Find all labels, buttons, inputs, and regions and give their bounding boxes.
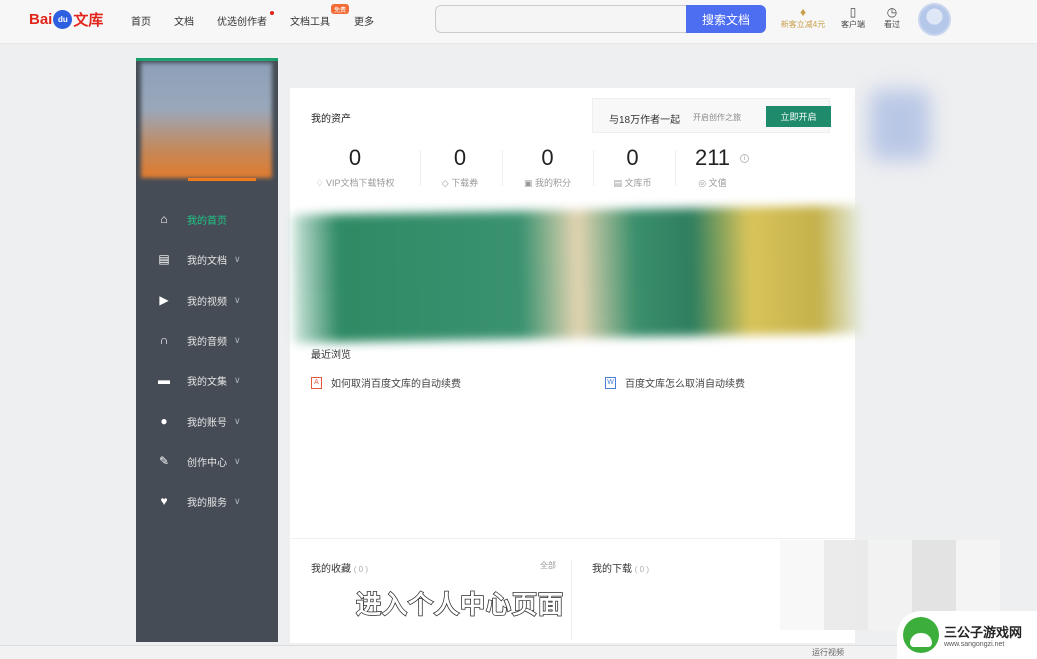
profile-photo-underline [188,178,256,181]
recent-doc-item[interactable]: W 百度文库怎么取消自动续费 [605,375,745,390]
history-button[interactable]: ◷ 看过 [880,5,904,30]
stat-coins[interactable]: 0 ▤ 文库币 [605,146,660,189]
main-panel: 我的资产 与18万作者一起 开启创作之旅 立即开启 0 ♢ VIP文档下载特权 … [290,88,855,643]
recent-title: 最近浏览 [311,350,351,361]
stat-coupons[interactable]: 0 ◇ 下载券 [430,146,490,189]
status-bar: 运行视频 [0,645,1037,659]
divider [290,538,855,539]
nav-creators[interactable]: 优选创作者 [217,13,267,28]
chevron-down-icon: ∨ [234,334,241,345]
profile-photo[interactable] [141,63,272,178]
promo-banner[interactable] [291,205,865,343]
value-icon: ◎ [698,178,707,188]
info-icon[interactable]: i [740,154,749,163]
avatar[interactable] [918,3,951,36]
user-icon: ● [160,414,168,428]
divider [502,150,503,186]
coin-icon: ▤ [613,178,622,188]
divider [420,150,421,186]
chevron-down-icon: ∨ [234,374,241,385]
sidebar-item-services[interactable]: ♥ 我的服务 ∨ [136,490,278,512]
assets-title: 我的资产 [311,114,351,125]
diamond-icon: ♦ [799,5,807,19]
top-navbar: Bai du 文库 首页 文档 优选创作者 文档工具 免费 更多 搜索文档 ♦ … [0,0,1037,44]
word-file-icon: W [605,376,616,389]
free-badge: 免费 [331,4,349,14]
phone-icon: ▯ [849,5,857,19]
headphones-icon: ∩ [159,333,169,347]
nav-more[interactable]: 更多 [354,13,374,28]
sidebar-item-videos[interactable]: ▶ 我的视频 ∨ [136,289,278,311]
clock-icon: ◷ [886,5,898,19]
chevron-down-icon: ∨ [234,495,241,506]
sidebar-item-collections[interactable]: ▬ 我的文集 ∨ [136,369,278,391]
sidebar-item-account[interactable]: ● 我的账号 ∨ [136,410,278,432]
search-input[interactable] [435,5,687,33]
chevron-down-icon: ∨ [234,455,241,466]
vip-promo[interactable]: ♦ 新客立减4元 [776,5,830,30]
chevron-down-icon: ∨ [234,294,241,305]
blurred-image [870,90,930,160]
document-icon: ▤ [158,252,170,266]
diamond-icon: ♢ [315,178,324,188]
video-caption: 进入个人中心页面 [355,590,565,620]
divider [571,560,572,640]
notification-dot [270,11,274,15]
stat-wenzhi[interactable]: 211 ◎ 文值 [685,146,740,189]
site-watermark: 三公子游戏网 www.sangongzi.net [897,611,1037,659]
sidebar-item-creator-center[interactable]: ✎ 创作中心 ∨ [136,450,278,472]
pen-icon: ✎ [158,454,170,468]
stat-points[interactable]: 0 ▣ 我的积分 [515,146,580,189]
creator-promo: 与18万作者一起 开启创作之旅 立即开启 [592,98,831,133]
search-button[interactable]: 搜索文档 [686,5,766,33]
client-download[interactable]: ▯ 客户端 [839,5,867,30]
sidebar-accent-bar [136,58,278,61]
home-icon: ⌂ [160,212,168,226]
paw-icon: du [53,9,73,29]
downloads-title: 我的下载 ( 0 ) [592,564,650,575]
nav-doc-tools[interactable]: 文档工具 [290,13,330,28]
divider [593,150,594,186]
chevron-down-icon: ∨ [234,415,241,426]
stat-vip-download[interactable]: 0 ♢ VIP文档下载特权 [310,146,400,189]
pdf-file-icon: A [311,376,322,389]
folder-icon: ▬ [158,373,170,387]
baidu-wenku-logo[interactable]: Bai du 文库 [29,8,103,30]
video-icon: ▶ [159,293,169,307]
nav-home[interactable]: 首页 [131,13,151,28]
sidebar-item-home[interactable]: ⌂ 我的首页 [136,208,278,230]
divider [675,150,676,186]
heart-icon: ♥ [160,494,168,508]
favorites-title: 我的收藏 ( 0 ) [311,564,369,575]
sidebar: ⌂ 我的首页 ▤ 我的文档 ∨ ▶ 我的视频 ∨ ∩ 我的音频 ∨ ▬ 我的文集… [136,58,278,642]
sidebar-item-audio[interactable]: ∩ 我的音频 ∨ [136,329,278,351]
sidebar-item-docs[interactable]: ▤ 我的文档 ∨ [136,248,278,270]
favorites-all-link[interactable]: 全部 [540,560,556,571]
recent-doc-item[interactable]: A 如何取消百度文库的自动续费 [311,375,461,390]
ticket-icon: ◇ [441,178,449,188]
chevron-down-icon: ∨ [234,253,241,264]
nav-docs[interactable]: 文档 [174,13,194,28]
points-icon: ▣ [523,178,533,188]
watermark-logo-icon [903,617,939,653]
start-now-button[interactable]: 立即开启 [766,106,831,127]
